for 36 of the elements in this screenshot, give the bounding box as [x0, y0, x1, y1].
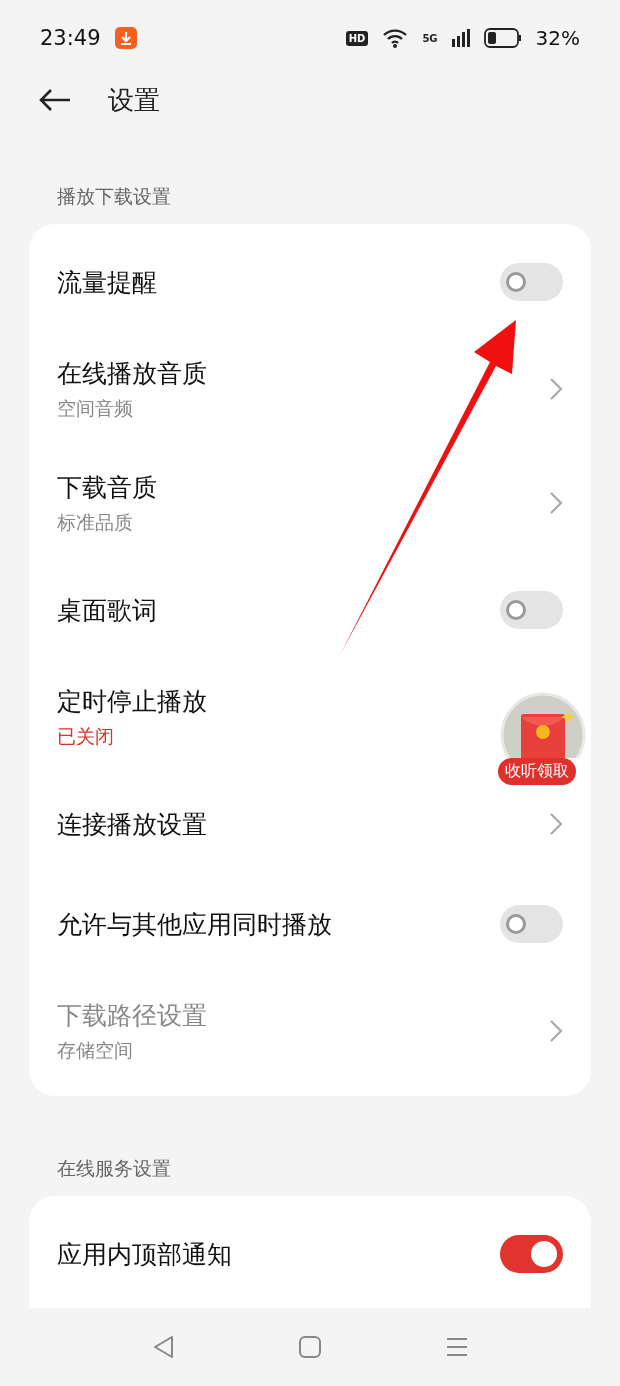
battery-icon — [483, 28, 522, 48]
hd-indicator: HD — [345, 30, 369, 46]
chevron-icon — [549, 491, 563, 515]
setting-label[interactable]: 连接播放设置 — [57, 807, 207, 841]
setting-label[interactable]: 下载音质 — [57, 470, 157, 504]
reward-label[interactable]: 收听领取 — [498, 758, 576, 785]
toggle-switch[interactable] — [500, 905, 563, 943]
wifi-icon — [382, 28, 409, 48]
download-icon — [114, 27, 137, 49]
setting-label[interactable]: 流量提醒 — [57, 265, 157, 299]
back-arrow-icon[interactable] — [38, 88, 72, 112]
chevron-icon — [549, 812, 563, 836]
section-title: 在线服务设置 — [57, 1157, 171, 1179]
chevron-icon — [549, 1019, 563, 1043]
page-title: 设置 — [108, 83, 160, 117]
setting-value: 标准品质 — [57, 509, 133, 535]
battery-percent: 32% — [535, 26, 580, 50]
clock: 23:49 — [40, 26, 101, 50]
network-type: 5G — [422, 32, 438, 44]
setting-label[interactable]: 桌面歌词 — [57, 593, 157, 627]
setting-label[interactable]: 允许与其他应用同时播放 — [57, 907, 332, 941]
chevron-icon — [549, 377, 563, 401]
setting-value: 存储空间 — [57, 1037, 133, 1063]
back-nav-icon[interactable] — [152, 1335, 175, 1359]
setting-value: 空间音频 — [57, 395, 133, 421]
signal-icon — [451, 29, 470, 47]
menu-nav-icon[interactable] — [445, 1336, 468, 1358]
home-nav-icon[interactable] — [299, 1336, 321, 1358]
setting-label[interactable]: 应用内顶部通知 — [57, 1237, 232, 1271]
setting-label[interactable]: 在线播放音质 — [57, 356, 207, 390]
toggle-switch[interactable] — [500, 591, 563, 629]
section-title: 播放下载设置 — [57, 185, 171, 207]
setting-value: 已关闭 — [57, 723, 114, 749]
setting-label[interactable]: 定时停止播放 — [57, 684, 207, 718]
toggle-switch[interactable] — [500, 263, 563, 301]
toggle-switch[interactable] — [500, 1235, 563, 1273]
